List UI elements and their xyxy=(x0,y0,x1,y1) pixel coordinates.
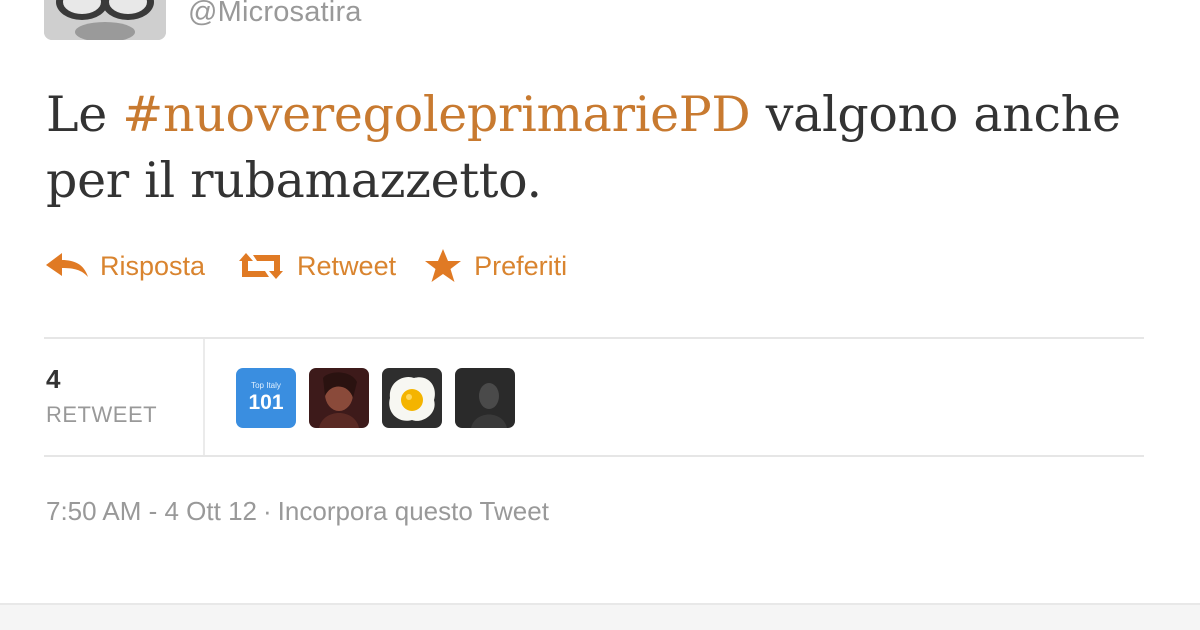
favorite-button[interactable]: Preferiti xyxy=(424,248,567,284)
retweeter-avatar-dark-image xyxy=(455,368,515,428)
footer-strip xyxy=(0,603,1200,630)
tweet-actions: Risposta Retweet Preferiti xyxy=(44,246,567,286)
reply-label: Risposta xyxy=(100,250,206,281)
retweeter-avatars: Top Italy 101 xyxy=(236,368,528,428)
author-avatar-image xyxy=(44,0,166,40)
tweet-card: @Microsatira Le #nuoveregoleprimariePD v… xyxy=(0,0,1200,630)
star-icon xyxy=(424,248,474,284)
fried-egg-icon xyxy=(382,368,442,428)
meta-separator: · xyxy=(263,496,272,526)
retweeter-avatar-photo[interactable] xyxy=(309,368,369,428)
reply-arrow-icon xyxy=(44,251,100,281)
retweeter-avatar-egg[interactable] xyxy=(382,368,442,428)
tweet-text: Le #nuoveregoleprimariePD valgono anche … xyxy=(46,82,1156,214)
favorite-label: Preferiti xyxy=(474,250,568,281)
avatar-101-caption: Top Italy xyxy=(251,380,281,390)
avatar-101-number: 101 xyxy=(248,390,284,414)
retweet-label: Retweet xyxy=(297,250,397,281)
embed-tweet-link[interactable]: Incorpora questo Tweet xyxy=(278,496,549,526)
retweeter-avatar-top-italy-101[interactable]: Top Italy 101 xyxy=(236,368,296,428)
tweet-timestamp[interactable]: 7:50 AM - 4 Ott 12 xyxy=(46,496,257,526)
tweet-text-before: Le xyxy=(46,86,123,143)
tweet-meta: 7:50 AM - 4 Ott 12 · Incorpora questo Twee… xyxy=(46,496,549,527)
author-handle[interactable]: @Microsatira xyxy=(188,0,362,29)
retweeter-avatar-photo-image xyxy=(309,368,369,428)
retweet-count[interactable]: 4 xyxy=(46,364,60,395)
hashtag-link[interactable]: #nuoveregoleprimariePD xyxy=(122,86,751,143)
retweeter-avatar-dark[interactable] xyxy=(455,368,515,428)
stats-divider-bottom xyxy=(44,455,1144,457)
reply-button[interactable]: Risposta xyxy=(44,251,205,282)
author-avatar[interactable] xyxy=(44,0,166,40)
retweet-button[interactable]: Retweet xyxy=(235,251,396,282)
retweet-count-label[interactable]: RETWEET xyxy=(46,402,157,428)
retweet-icon xyxy=(235,251,297,281)
stats-vertical-divider xyxy=(203,339,205,455)
stats-divider-top xyxy=(44,337,1144,339)
